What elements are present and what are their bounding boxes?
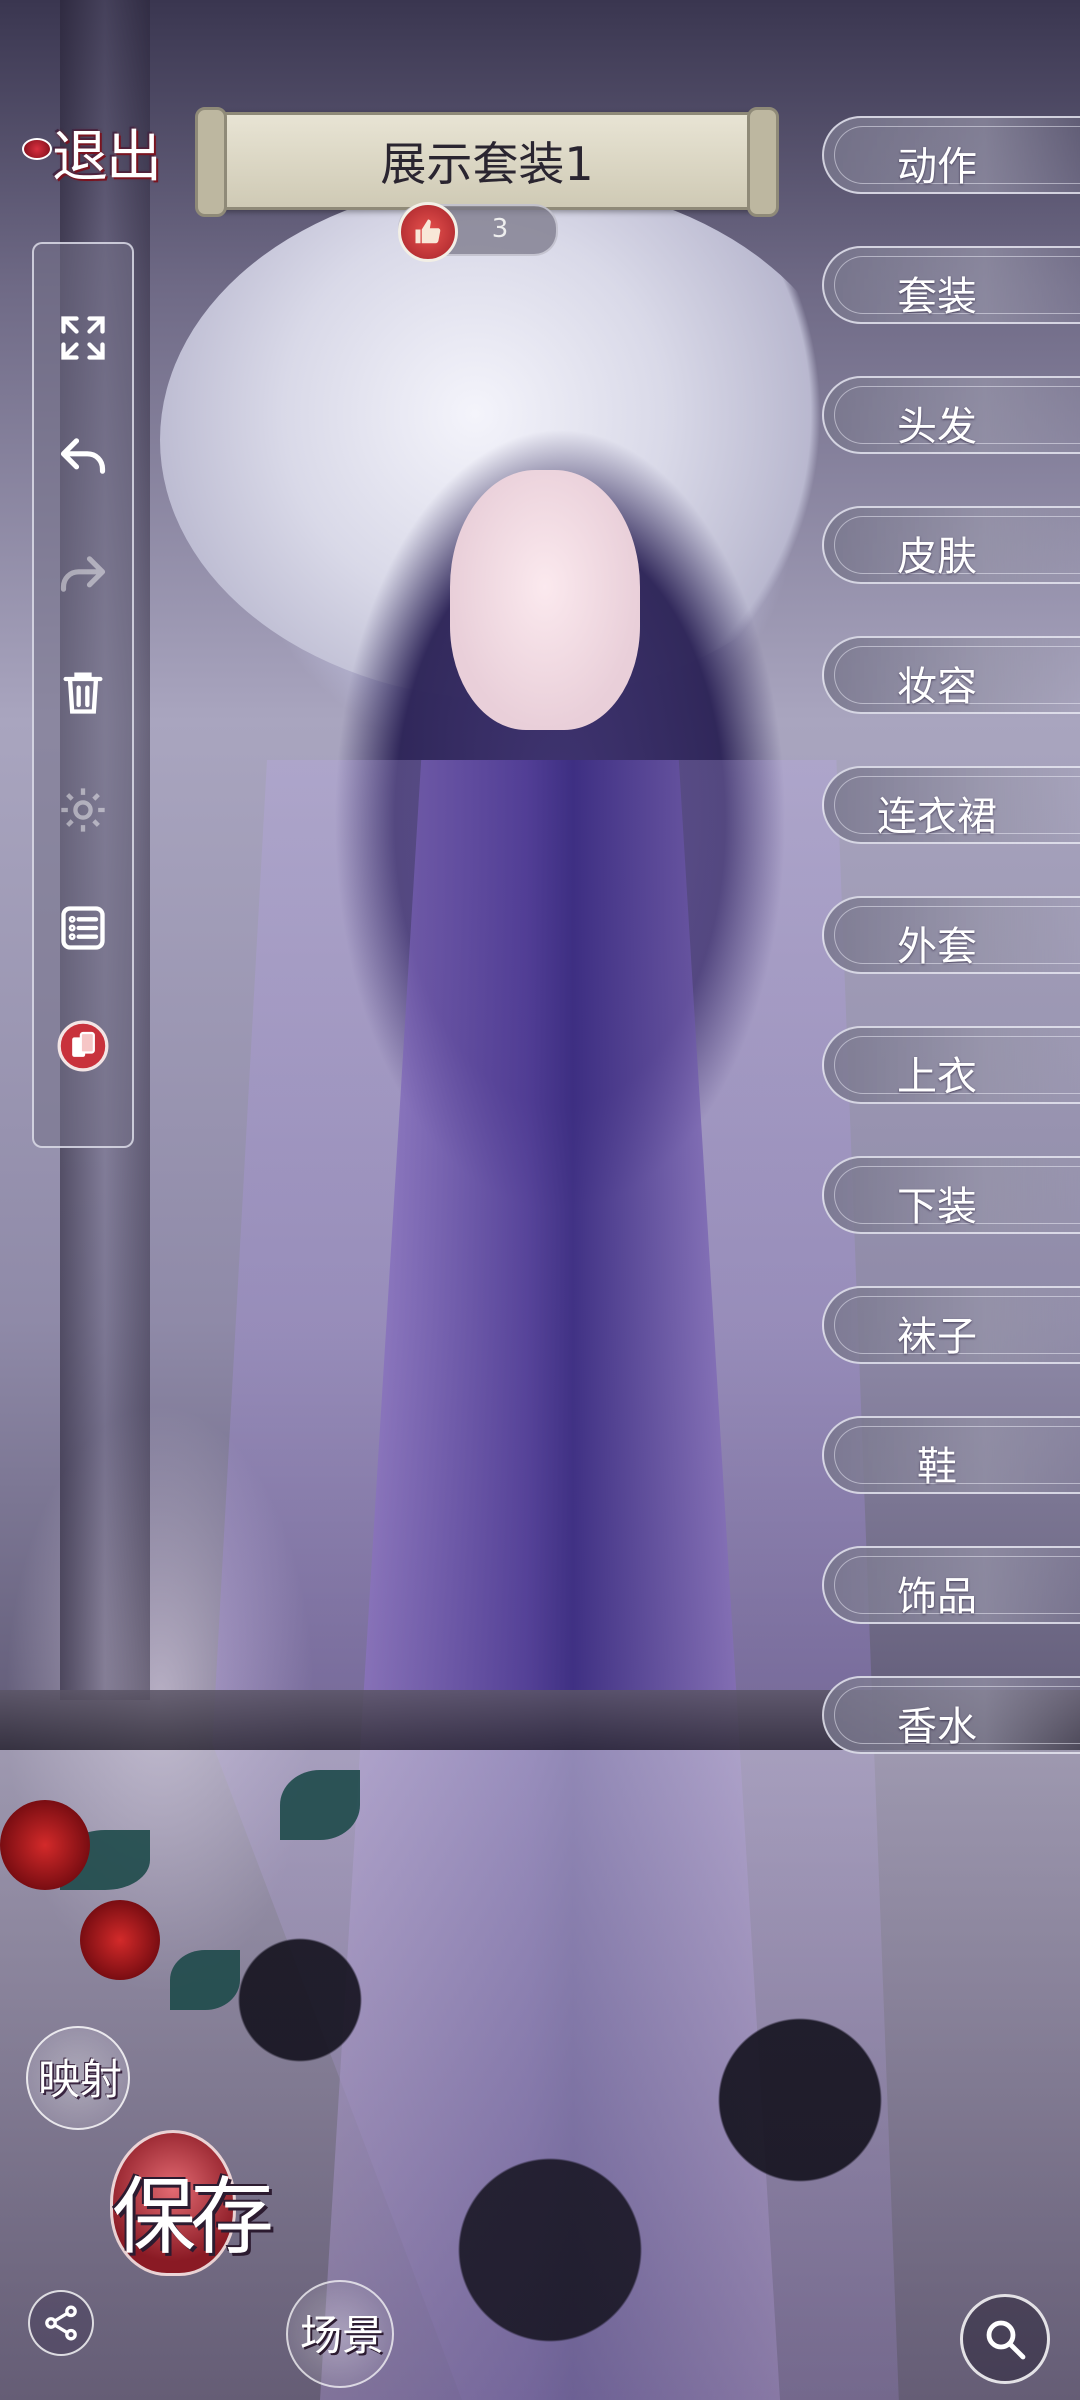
search-button[interactable]: [960, 2294, 1050, 2384]
menu-item-label: 妆容: [897, 664, 977, 710]
scene-button[interactable]: 场景: [286, 2280, 394, 2388]
menu-item-bottom[interactable]: 下装: [822, 1156, 1080, 1234]
likes-pill[interactable]: 3: [398, 202, 558, 262]
exit-ornament-icon: [22, 138, 52, 160]
menu-item-hair[interactable]: 头发: [822, 376, 1080, 454]
undo-button[interactable]: [53, 426, 113, 486]
card-switch-button[interactable]: [53, 1016, 113, 1076]
menu-item-dress[interactable]: 连衣裙: [822, 766, 1080, 844]
menu-item-accessories[interactable]: 饰品: [822, 1546, 1080, 1624]
card-switch-icon: [57, 1020, 109, 1072]
menu-item-outfit[interactable]: 套装: [822, 246, 1080, 324]
likes-count: 3: [491, 214, 509, 244]
save-label: 保存: [111, 2168, 274, 2266]
menu-item-label: 头发: [897, 404, 977, 450]
menu-item-makeup[interactable]: 妆容: [822, 636, 1080, 714]
delete-button[interactable]: [53, 662, 113, 722]
menu-item-label: 上衣: [897, 1054, 977, 1100]
thumbs-up-icon[interactable]: [398, 202, 458, 262]
menu-item-label: 外套: [897, 924, 977, 970]
redo-button[interactable]: [53, 544, 113, 604]
mapping-label: 映射: [37, 2055, 122, 2104]
menu-item-skin[interactable]: 皮肤: [822, 506, 1080, 584]
mapping-button[interactable]: 映射: [26, 2026, 130, 2130]
redo-icon: [60, 556, 106, 592]
wrought-iron-fence: [0, 1750, 1080, 2400]
character-face: [450, 470, 640, 730]
edit-toolbar: [32, 242, 134, 1148]
list-icon: [61, 906, 105, 950]
menu-item-perfume[interactable]: 香水: [822, 1676, 1080, 1754]
undo-icon: [60, 438, 106, 474]
menu-item-label: 下装: [897, 1184, 977, 1230]
menu-item-socks[interactable]: 袜子: [822, 1286, 1080, 1364]
menu-item-shoes[interactable]: 鞋: [822, 1416, 1080, 1494]
red-rose: [80, 1900, 160, 1980]
menu-item-label: 皮肤: [897, 534, 977, 580]
menu-item-label: 动作: [897, 144, 977, 190]
scene-label: 场景: [299, 2311, 384, 2360]
menu-item-label: 套装: [897, 274, 977, 320]
menu-item-label: 袜子: [897, 1314, 977, 1360]
menu-item-coat[interactable]: 外套: [822, 896, 1080, 974]
outfit-title-banner: 展示套装1: [195, 107, 779, 217]
menu-item-label: 连衣裙: [877, 794, 997, 840]
save-button[interactable]: 保存: [100, 2120, 274, 2300]
settings-icon: [61, 788, 105, 832]
exit-label: 退出: [52, 125, 162, 190]
menu-item-pose[interactable]: 动作: [822, 116, 1080, 194]
menu-item-label: 饰品: [897, 1574, 977, 1620]
menu-item-label: 香水: [897, 1704, 977, 1750]
search-icon: [986, 2320, 1026, 2360]
leaf-decoration: [280, 1770, 360, 1840]
menu-item-top[interactable]: 上衣: [822, 1026, 1080, 1104]
red-rose: [0, 1800, 90, 1890]
trash-icon: [63, 672, 103, 714]
outfit-title: 展示套装1: [380, 137, 594, 191]
share-icon: [45, 2305, 77, 2341]
leaf-decoration: [170, 1950, 240, 2010]
menu-item-label: 鞋: [917, 1444, 957, 1490]
exit-button[interactable]: 退出: [12, 100, 182, 190]
share-button[interactable]: [28, 2290, 94, 2356]
fullscreen-icon: [61, 316, 105, 360]
fullscreen-button[interactable]: [53, 308, 113, 368]
settings-button[interactable]: [53, 780, 113, 840]
list-button[interactable]: [53, 898, 113, 958]
